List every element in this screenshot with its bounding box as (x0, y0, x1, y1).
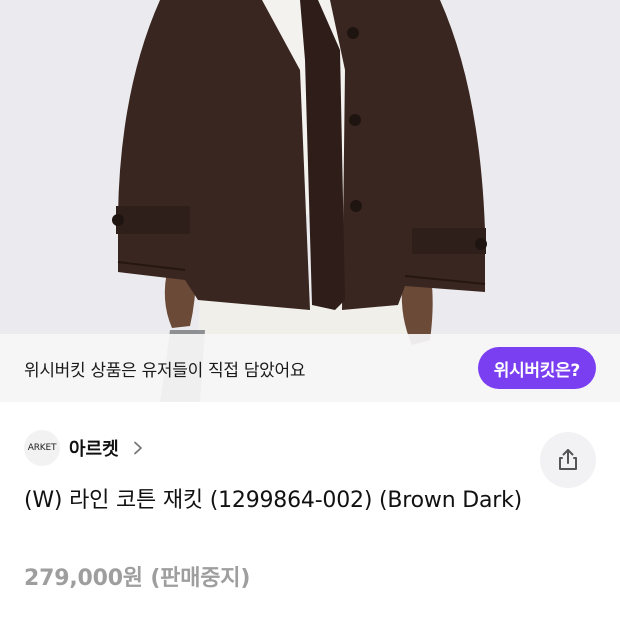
brand-name: 아르켓 (69, 439, 119, 460)
product-title: (W) 라인 코튼 재킷 (1299864-002) (Brown Dark) (24, 488, 523, 513)
product-price-row: 279,000원 (판매중지) (24, 560, 250, 592)
product-price: 279,000원 (24, 566, 143, 591)
wishbucket-info-button[interactable]: 위시버킷은? (477, 347, 596, 389)
brand-logo: ARKET (24, 430, 60, 466)
share-icon (559, 449, 577, 470)
banner-text: 위시버킷 상품은 유저들이 직접 담았어요 (24, 360, 306, 381)
share-button[interactable] (540, 432, 596, 488)
chevron-right-icon (133, 441, 142, 455)
wishbucket-info-banner: 위시버킷 상품은 유저들이 직접 담았어요 위시버킷은? (0, 334, 620, 402)
brand-link[interactable]: ARKET 아르켓 (24, 430, 145, 466)
sale-status: (판매중지) (150, 566, 251, 591)
